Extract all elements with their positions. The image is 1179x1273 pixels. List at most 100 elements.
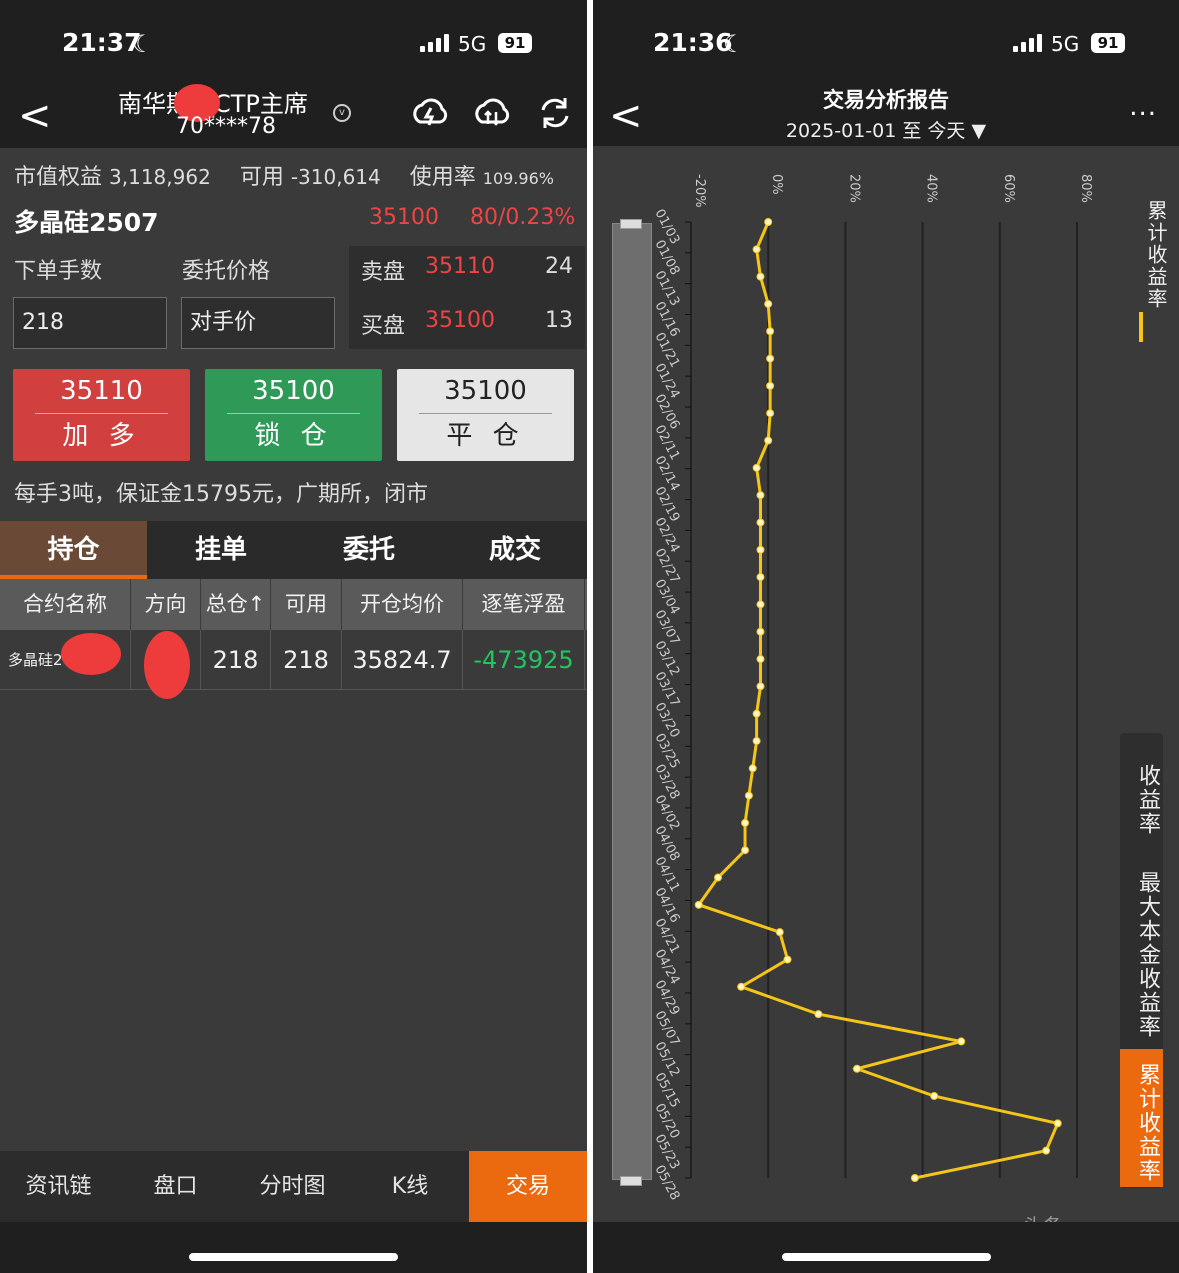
open-long-label: 加 多 xyxy=(35,413,168,458)
col-available[interactable]: 可用 xyxy=(271,579,342,630)
data-point xyxy=(764,299,773,308)
chevron-down-icon[interactable]: v xyxy=(333,104,351,122)
data-point xyxy=(741,818,750,827)
more-icon[interactable]: ... xyxy=(1129,92,1157,122)
account-summary: 市值权益 3,118,962 可用 -310,614 使用率 109.96% xyxy=(14,159,554,191)
data-point xyxy=(756,272,765,281)
x-tick-label: -20% xyxy=(692,174,707,208)
lock-position-label: 锁 仓 xyxy=(227,413,360,458)
x-tick-label: 80% xyxy=(1078,174,1093,203)
tab-orders[interactable]: 委托 xyxy=(295,521,443,579)
cell-pnl: -473925 xyxy=(463,630,585,690)
home-indicator[interactable] xyxy=(189,1253,398,1261)
contract-info: 每手3吨，保证金15795元，广期所，闭市 xyxy=(14,482,428,507)
ask-volume: 24 xyxy=(545,254,573,279)
account-number: 70****78 xyxy=(176,114,276,139)
available-value: -310,614 xyxy=(290,165,381,189)
contract-name[interactable]: 多晶硅2507 xyxy=(14,203,159,239)
nav-kline[interactable]: K线 xyxy=(351,1151,469,1222)
data-point xyxy=(744,791,753,800)
lock-position-price: 35100 xyxy=(252,376,335,406)
close-position-label: 平 仓 xyxy=(419,413,552,458)
data-point xyxy=(764,218,773,226)
tab-positions[interactable]: 持仓 xyxy=(0,521,147,579)
tab-max-capital-return[interactable]: 最大本金收益率 xyxy=(1120,870,1163,1040)
trading-screen: 21:37 ☾ 5G 91 < 南华期__CTP主席 70****78 v 市值… xyxy=(0,0,587,1273)
redaction-mark xyxy=(61,633,121,675)
signal-icon xyxy=(420,34,450,52)
bid-price[interactable]: 35100 xyxy=(425,308,495,333)
cell-available: 218 xyxy=(271,630,342,690)
home-indicator-area xyxy=(593,1222,1179,1273)
open-long-price: 35110 xyxy=(60,376,143,406)
data-point xyxy=(1053,1119,1062,1128)
battery-icon: 91 xyxy=(1091,33,1125,53)
date-range-selector[interactable]: 2025-01-01 至 今天 ▼ xyxy=(593,116,1179,143)
col-pnl[interactable]: 逐笔浮盈 xyxy=(463,579,585,630)
x-tick-label: 40% xyxy=(924,174,939,203)
cloud-lightning-icon[interactable] xyxy=(410,96,450,130)
col-direction[interactable]: 方向 xyxy=(131,579,201,630)
nav-depth[interactable]: 盘口 xyxy=(117,1151,234,1222)
data-point xyxy=(752,463,761,472)
bid-label: 买盘 xyxy=(361,314,406,339)
y-tick-label: 05/28 xyxy=(651,1163,682,1200)
network-label: 5G xyxy=(458,32,487,56)
close-position-button[interactable]: 35100 平 仓 xyxy=(397,369,574,461)
date-range: 2025-01-01 至 今天 xyxy=(785,120,966,142)
table-row[interactable]: 多晶硅2 218 218 35824.7 -473925 xyxy=(0,630,587,699)
equity-value: 3,118,962 xyxy=(109,165,211,189)
data-point xyxy=(766,327,775,336)
col-contract[interactable]: 合约名称 xyxy=(0,579,131,630)
bid-volume: 13 xyxy=(545,308,573,333)
tab-pending[interactable]: 挂单 xyxy=(147,521,295,579)
tab-trades[interactable]: 成交 xyxy=(443,521,587,579)
data-point xyxy=(814,1010,823,1019)
data-point xyxy=(756,655,765,664)
home-indicator-area xyxy=(0,1222,587,1273)
data-point xyxy=(930,1092,939,1101)
data-point xyxy=(752,245,761,254)
cumulative-return-line xyxy=(696,221,1060,1180)
page-title: 交易分析报告 xyxy=(823,88,949,112)
status-time: 21:36 xyxy=(653,28,733,57)
legend-label: 累计收益率 xyxy=(1144,200,1168,310)
nav-bar: < 交易分析报告 2025-01-01 至 今天 ▼ ... xyxy=(593,86,1179,146)
data-point xyxy=(764,436,773,445)
close-position-price: 35100 xyxy=(444,376,527,406)
ask-label: 卖盘 xyxy=(361,260,406,285)
cloud-sync-icon[interactable] xyxy=(472,96,512,130)
data-point xyxy=(694,900,703,909)
data-point xyxy=(756,573,765,582)
status-time: 21:37 xyxy=(62,28,142,57)
data-point xyxy=(756,491,765,500)
nav-trade[interactable]: 交易 xyxy=(469,1151,587,1222)
cell-total: 218 xyxy=(201,630,271,690)
caret-down-icon: ▼ xyxy=(971,120,987,142)
price-type-input[interactable]: 对手价 xyxy=(181,297,335,349)
back-icon[interactable]: < xyxy=(18,96,52,136)
lock-position-button[interactable]: 35100 锁 仓 xyxy=(205,369,382,461)
status-bar: 21:36 ☾ 5G 91 xyxy=(593,0,1179,86)
data-point xyxy=(910,1174,919,1182)
qty-input[interactable]: 218 xyxy=(13,297,167,349)
open-long-button[interactable]: 35110 加 多 xyxy=(13,369,190,461)
cell-avg-price: 35824.7 xyxy=(342,630,463,690)
data-point xyxy=(783,955,792,964)
last-price: 35100 xyxy=(369,205,439,230)
nav-news[interactable]: 资讯链 xyxy=(0,1151,117,1222)
home-indicator[interactable] xyxy=(782,1253,991,1261)
data-point xyxy=(714,873,723,882)
tab-return-rate[interactable]: 收益率 xyxy=(1120,755,1163,845)
nav-timeshare[interactable]: 分时图 xyxy=(234,1151,351,1222)
data-point xyxy=(748,764,757,773)
data-point xyxy=(852,1064,861,1073)
data-point xyxy=(1042,1146,1051,1155)
col-total[interactable]: 总仓↑ xyxy=(201,579,271,630)
tab-cumulative-return[interactable]: 累计收益率 xyxy=(1120,1049,1163,1187)
refresh-icon[interactable] xyxy=(536,94,574,132)
col-avg-price[interactable]: 开仓均价 xyxy=(342,579,463,630)
network-label: 5G xyxy=(1051,32,1080,56)
price-label: 委托价格 xyxy=(182,259,271,284)
ask-price[interactable]: 35110 xyxy=(425,254,495,279)
